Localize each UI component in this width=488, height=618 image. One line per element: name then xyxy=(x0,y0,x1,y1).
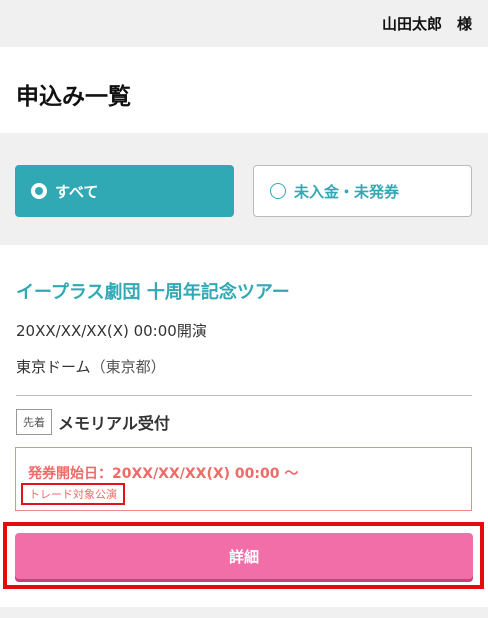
trade-badge: トレード対象公演 xyxy=(21,483,125,505)
venue-prefecture: （東京都） xyxy=(90,358,166,376)
venue-name: 東京ドーム xyxy=(16,358,91,376)
detail-button[interactable]: 詳細 xyxy=(15,533,473,579)
reception-type-tag: 先着 xyxy=(16,408,52,435)
application-card: イープラス劇団 十周年記念ツアー 20XX/XX/XX(X) 00:00開演 東… xyxy=(0,245,488,607)
reception-row: 先着 メモリアル受付 xyxy=(16,408,170,435)
filter-unpaid-label: 未入金・未発券 xyxy=(294,182,400,201)
radio-unchecked-icon xyxy=(270,183,286,199)
event-title[interactable]: イープラス劇団 十周年記念ツアー xyxy=(16,278,290,304)
venue: 東京ドーム（東京都） xyxy=(16,356,166,377)
bottom-strip xyxy=(0,607,488,618)
ticket-issue-notice: 発券開始日：20XX/XX/XX(X) 00:00 〜 トレード対象公演 xyxy=(15,447,472,511)
filter-all-label: すべて xyxy=(55,182,99,201)
page-title: 申込み一覧 xyxy=(16,84,131,110)
user-name: 山田太郎 様 xyxy=(381,15,472,33)
divider xyxy=(16,395,472,396)
radio-checked-icon xyxy=(31,183,47,199)
reception-name: メモリアル受付 xyxy=(58,413,170,433)
filter-section: すべて 未入金・未発券 xyxy=(0,133,488,245)
performance-date: 20XX/XX/XX(X) 00:00開演 xyxy=(16,322,207,340)
top-bar: 山田太郎 様 xyxy=(0,0,488,44)
filter-unpaid-button[interactable]: 未入金・未発券 xyxy=(253,165,472,217)
title-section: 申込み一覧 xyxy=(0,47,488,133)
ticket-issue-start: 発券開始日：20XX/XX/XX(X) 00:00 〜 xyxy=(28,466,299,482)
filter-all-button[interactable]: すべて xyxy=(15,165,234,217)
